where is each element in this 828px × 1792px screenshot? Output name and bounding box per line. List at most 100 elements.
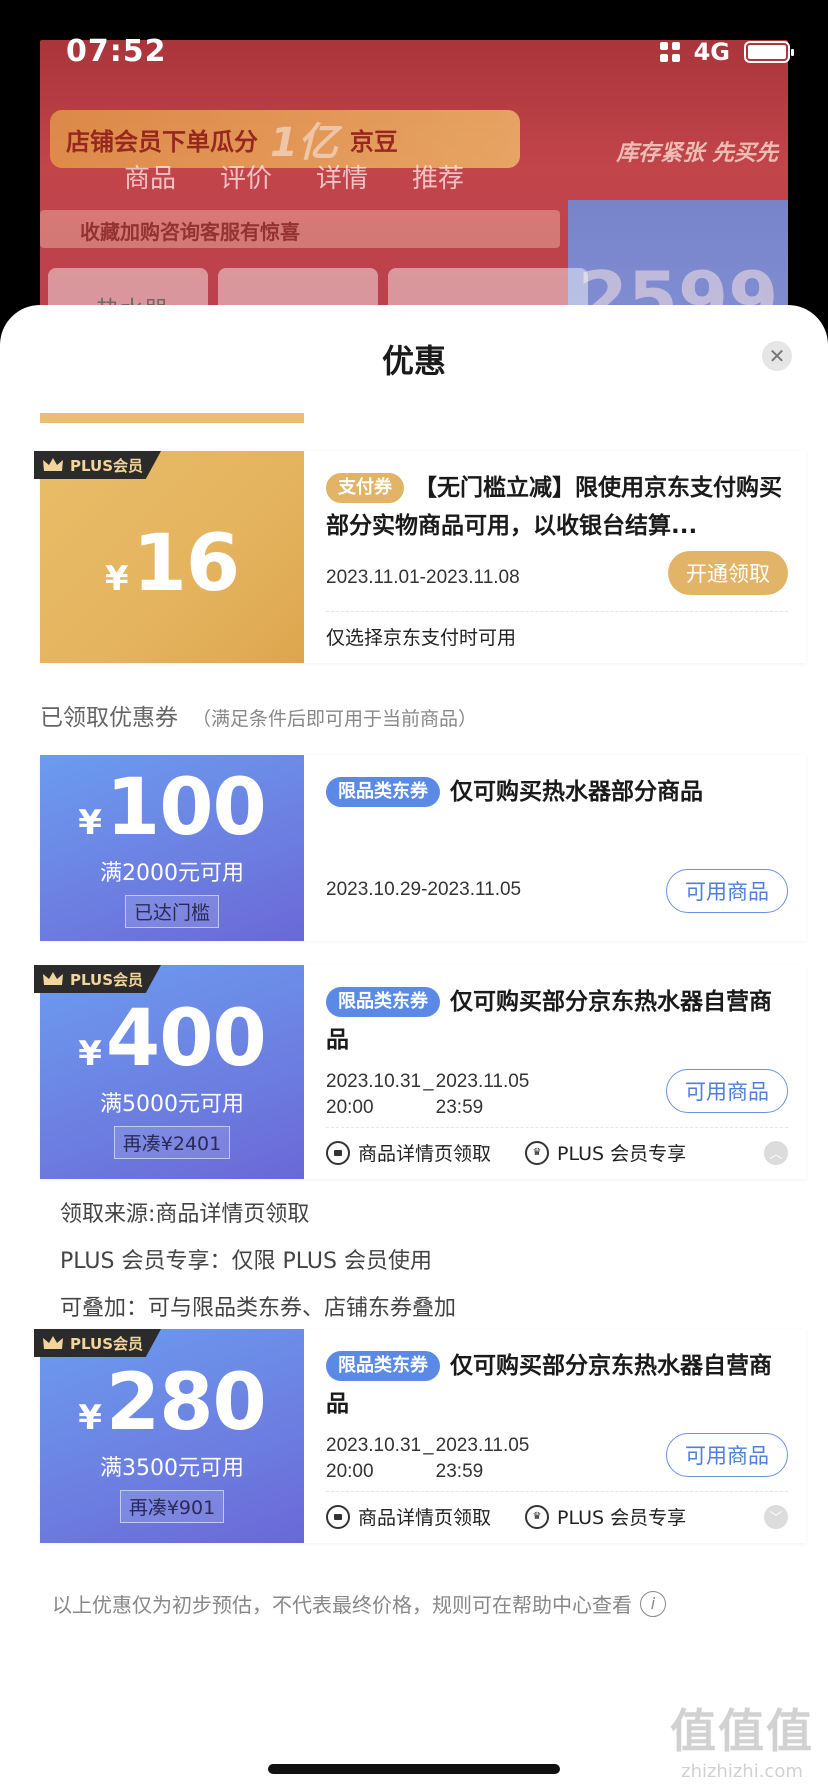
signal-icon [659, 42, 680, 62]
plus-member-label: PLUS会员 [70, 456, 144, 475]
background-stock-text: 库存紧张 先买先 [616, 141, 778, 166]
info-icon[interactable]: i [640, 1590, 666, 1617]
currency-symbol: ¥ [78, 802, 102, 843]
chevron-down-icon: ﹀ [769, 1511, 783, 1526]
coupon-amount: ¥ 280 [78, 1364, 266, 1442]
disclaimer: 以上优惠仅为初步预估，不代表最终价格，规则可在帮助中心查看 i [52, 1589, 666, 1618]
coupon-validity: 2023.11.01-2023.11.08 [326, 567, 520, 588]
plus-exclusive-label: PLUS 会员专享 [557, 1507, 687, 1529]
coupon-divider [326, 1127, 788, 1128]
coupon-title: 限品类东券 仅可购买热水器部分商品 [326, 773, 784, 811]
watermark-url: zhizhizhi.com [681, 1761, 803, 1782]
watermark: 值值值 zhizhizhi.com [670, 1695, 814, 1782]
coupon-title: 限品类东券 仅可购买部分京东热水器自营商品 [326, 983, 784, 1059]
coupon-card-280: PLUS会员 ¥ 280 满3500元可用 再凑¥901 限品类东券 仅可购买部分… [34, 1329, 806, 1543]
coupon-card-100: ¥ 100 满2000元可用 已达门槛 限品类东券 仅可购买热水器部分商品 202… [34, 755, 806, 941]
sheet-header: 优惠 ✕ [0, 305, 828, 413]
validity-start: 2023.10.31 20:00 [326, 1433, 421, 1485]
validity-end-time: 23:59 [435, 1461, 484, 1482]
coupon-value-panel: PLUS会员 ¥ 16 [34, 451, 304, 663]
close-icon: ✕ [768, 344, 786, 368]
crown-icon [43, 458, 63, 471]
coupon-amount: ¥ 100 [78, 769, 266, 847]
validity-start: 2023.10.31 20:00 [326, 1069, 421, 1121]
plus-member-label: PLUS会员 [70, 1334, 144, 1353]
coupon-type-tag: 限品类东券 [326, 1351, 440, 1381]
validity-end-time: 23:59 [435, 1097, 484, 1118]
status-time: 07:52 [66, 34, 167, 69]
detail-plus: PLUS 会员专享：仅限 PLUS 会员使用 [60, 1249, 432, 1274]
available-products-button[interactable]: 可用商品 [666, 869, 788, 913]
coupon-amount-value: 100 [105, 762, 267, 853]
received-title: 已领取优惠券 [40, 705, 178, 731]
coupon-type-tag: 支付券 [326, 473, 404, 503]
threshold-status-badge: 已达门槛 [124, 894, 219, 928]
previous-coupon-edge [40, 413, 304, 423]
validity-start-date: 2023.10.31 [326, 1071, 422, 1092]
crown-icon [43, 1336, 63, 1349]
home-indicator[interactable] [268, 1764, 560, 1774]
coupon-meta-row: 商品详情页领取 ♛ PLUS 会员专享 ︿ [326, 1139, 788, 1166]
validity-separator: – [423, 1079, 434, 1100]
coupon-amount-value: 16 [132, 519, 241, 609]
coupon-list[interactable]: PLUS会员 ¥ 16 支付券 【无门槛立减】限使用京东支付购买部分实物商品可用，… [0, 413, 828, 1792]
coupon-info: 限品类东券 仅可购买部分京东热水器自营商品 2023.10.31 20:00 – … [304, 965, 806, 1179]
coupon-amount-value: 400 [105, 993, 267, 1084]
coupon-divider [326, 1491, 788, 1492]
validity-end: 2023.11.05 23:59 [436, 1433, 530, 1485]
coupon-card-payment: PLUS会员 ¥ 16 支付券 【无门槛立减】限使用京东支付购买部分实物商品可用，… [34, 451, 806, 663]
sheet-title: 优惠 [381, 342, 446, 380]
threshold-gap-badge: 再凑¥2401 [113, 1125, 231, 1159]
collapse-details-button[interactable]: ︿ [764, 1140, 788, 1165]
crown-icon: ♛ [525, 1140, 550, 1165]
validity-start-time: 20:00 [326, 1461, 374, 1482]
coupon-info: 支付券 【无门槛立减】限使用京东支付购买部分实物商品可用，以收银台结算... 20… [304, 451, 806, 663]
ticket-icon [326, 1140, 350, 1165]
plus-member-label: PLUS会员 [70, 970, 144, 989]
currency-symbol: ¥ [104, 559, 129, 599]
available-products-button[interactable]: 可用商品 [666, 1433, 788, 1477]
ticket-icon [326, 1504, 350, 1529]
plus-member-tag: PLUS会员 [34, 451, 162, 479]
validity-end: 2023.11.05 23:59 [436, 1069, 530, 1121]
status-bar: 07:52 4G [0, 0, 828, 100]
coupon-meta-row: 商品详情页领取 ♛ PLUS 会员专享 ﹀ [326, 1503, 788, 1530]
status-indicators: 4G [659, 38, 794, 66]
coupon-source: 商品详情页领取 [358, 1507, 492, 1529]
background-tabs: 商品 评价 详情 推荐 [124, 158, 464, 195]
received-subtitle: （满足条件后即可用于当前商品） [192, 708, 478, 730]
coupon-value-panel: PLUS会员 ¥ 280 满3500元可用 再凑¥901 [34, 1329, 304, 1543]
threshold-gap-badge: 再凑¥901 [119, 1489, 225, 1523]
received-section-title: 已领取优惠券 （满足条件后即可用于当前商品） [40, 698, 477, 732]
discount-sheet: 优惠 ✕ PLUS会员 ¥ 16 支付券 【无门槛立减】限使用京东支付购买部分实物… [0, 305, 828, 1792]
close-button[interactable]: ✕ [762, 341, 792, 371]
available-products-button[interactable]: 可用商品 [666, 1069, 788, 1113]
coupon-validity: 2023.10.29-2023.11.05 [326, 879, 522, 900]
coupon-detail-panel: 领取来源:商品详情页领取 PLUS 会员专享：仅限 PLUS 会员使用 可叠加：… [60, 1191, 456, 1332]
validity-separator: – [423, 1443, 434, 1464]
currency-symbol: ¥ [78, 1397, 102, 1438]
coupon-type-tag: 限品类东券 [326, 987, 440, 1017]
background-tab: 详情 [316, 164, 369, 194]
crown-icon [43, 972, 63, 985]
disclaimer-text: 以上优惠仅为初步预估，不代表最终价格，规则可在帮助中心查看 [52, 1593, 632, 1617]
coupon-note: 仅选择京东支付时可用 [326, 623, 788, 650]
coupon-source: 商品详情页领取 [358, 1143, 492, 1165]
plus-exclusive-label: PLUS 会员专享 [557, 1143, 687, 1165]
network-type: 4G [693, 38, 730, 66]
detail-stackable: 可叠加：可与限品类东券、店铺东券叠加 [60, 1296, 457, 1321]
expand-details-button[interactable]: ﹀ [764, 1504, 788, 1529]
detail-source: 领取来源:商品详情页领取 [60, 1202, 310, 1227]
coupon-value-panel: PLUS会员 ¥ 400 满5000元可用 再凑¥2401 [34, 965, 304, 1179]
coupon-info: 限品类东券 仅可购买部分京东热水器自营商品 2023.10.31 20:00 – … [304, 1329, 806, 1543]
coupon-type-tag: 限品类东券 [326, 777, 440, 807]
coupon-value-panel: ¥ 100 满2000元可用 已达门槛 [34, 755, 304, 941]
coupon-amount: ¥ 400 [78, 1000, 266, 1078]
chevron-up-icon: ︿ [769, 1147, 783, 1162]
coupon-title: 限品类东券 仅可购买部分京东热水器自营商品 [326, 1347, 784, 1423]
coupon-divider [326, 611, 788, 612]
background-tab: 评价 [220, 164, 273, 194]
validity-start-date: 2023.10.31 [326, 1435, 422, 1456]
plus-member-tag: PLUS会员 [34, 965, 162, 993]
activate-claim-button[interactable]: 开通领取 [668, 551, 788, 595]
